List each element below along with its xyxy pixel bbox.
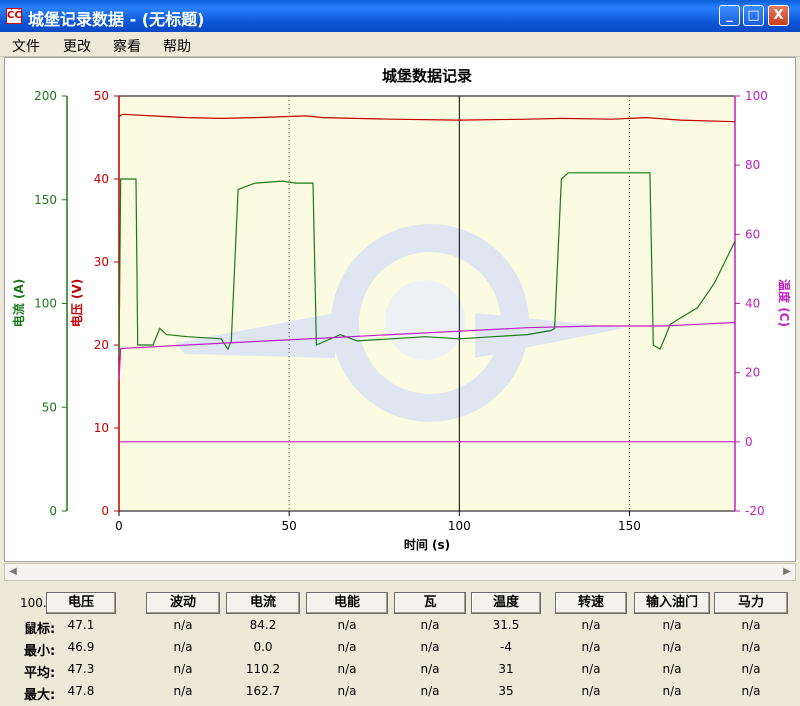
- column-header[interactable]: 转速: [555, 592, 627, 614]
- temperature-axis-label: 温度 (C): [777, 279, 792, 327]
- table-cell: n/a: [337, 618, 357, 632]
- temperature-tick-label: 60: [745, 227, 760, 241]
- x-tick-label: 100: [448, 519, 471, 533]
- column-header[interactable]: 电压: [46, 592, 116, 614]
- menu-bar: 文件 更改 察看 帮助: [0, 32, 800, 57]
- table-cell: 31: [498, 662, 514, 676]
- column-header[interactable]: 马力: [714, 592, 788, 614]
- table-cell: 47.3: [67, 662, 95, 676]
- table-cell: n/a: [662, 640, 682, 654]
- watermark-castle-icon: [385, 280, 465, 360]
- x-axis-label: 时间 (s): [404, 537, 450, 552]
- data-panel: 100.7s 电压 波动 电流 电能瓦温度 转速 输入油门 马力 鼠标: 47.1 n/a 84.2…: [4, 584, 796, 704]
- column-header[interactable]: 瓦: [394, 592, 466, 614]
- temperature-tick-label: 20: [745, 366, 760, 380]
- current-tick-label: 100: [34, 297, 57, 311]
- column-header[interactable]: 电流: [226, 592, 300, 614]
- data-chart[interactable]: 0 50 100 150时间 (s)城堡数据记录0501001502000102030…: [5, 58, 795, 561]
- title-bar[interactable]: ĆĆ 城堡记录数据 - (无标题) _ □ X: [0, 0, 800, 32]
- table-cell: n/a: [662, 618, 682, 632]
- table-cell: n/a: [420, 640, 440, 654]
- table-cell: 84.2: [249, 618, 277, 632]
- table-cell: n/a: [173, 640, 193, 654]
- voltage-tick-label: 0: [101, 504, 109, 518]
- current-tick-label: 50: [42, 400, 57, 414]
- table-cell: n/a: [581, 684, 601, 698]
- menu-edit[interactable]: 更改: [63, 36, 91, 56]
- chart-area[interactable]: 0 50 100 150 时间 (s) 城堡数据记录 0 50 100 150 200 0 10 20 30…: [4, 57, 796, 562]
- table-cell: n/a: [173, 618, 193, 632]
- table-cell: n/a: [741, 640, 761, 654]
- close-button[interactable]: X: [768, 5, 789, 26]
- menu-file[interactable]: 文件: [12, 36, 40, 56]
- table-cell: 31.5: [492, 618, 520, 632]
- table-cell: n/a: [420, 684, 440, 698]
- table-cell: n/a: [741, 662, 761, 676]
- table-cell: n/a: [420, 618, 440, 632]
- maximize-button[interactable]: □: [743, 5, 764, 26]
- table-cell: n/a: [741, 684, 761, 698]
- table-cell: 0.0: [253, 640, 273, 654]
- table-cell: -4: [500, 640, 512, 654]
- voltage-tick-label: 20: [94, 338, 109, 352]
- table-cell: n/a: [173, 662, 193, 676]
- table-cell: 35: [498, 684, 514, 698]
- voltage-axis-label: 电压 (V): [69, 279, 84, 327]
- table-cell: n/a: [420, 662, 440, 676]
- table-cell: 47.1: [67, 618, 95, 632]
- table-cell: n/a: [741, 618, 761, 632]
- current-tick-label: 150: [34, 193, 57, 207]
- voltage-tick-label: 30: [94, 255, 109, 269]
- x-tick-label: 50: [282, 519, 297, 533]
- table-cell: 162.7: [245, 684, 281, 698]
- table-cell: 47.8: [67, 684, 95, 698]
- table-cell: n/a: [662, 684, 682, 698]
- app-window: ĆĆ 城堡记录数据 - (无标题) _ □ X 文件 更改 察看 帮助 0 50 1…: [0, 0, 800, 706]
- chart-title: 城堡数据记录: [382, 67, 472, 85]
- minimize-button[interactable]: _: [719, 5, 740, 26]
- temperature-tick-label: 80: [745, 158, 760, 172]
- voltage-tick-label: 10: [94, 421, 109, 435]
- temperature-tick-label: 0: [745, 435, 753, 449]
- x-tick-label: 0: [115, 519, 123, 533]
- table-cell: n/a: [337, 684, 357, 698]
- column-header[interactable]: 波动: [146, 592, 220, 614]
- current-tick-label: 0: [49, 504, 57, 518]
- window-title: 城堡记录数据 - (无标题): [28, 10, 205, 29]
- scroll-right-icon[interactable]: ▶: [779, 564, 795, 580]
- scroll-left-icon[interactable]: ◀: [5, 564, 21, 580]
- table-cell: n/a: [581, 640, 601, 654]
- temperature-tick-label: -20: [745, 504, 765, 518]
- table-cell: n/a: [337, 662, 357, 676]
- menu-help[interactable]: 帮助: [163, 36, 191, 56]
- app-icon[interactable]: ĆĆ: [6, 8, 22, 24]
- table-cell: n/a: [337, 640, 357, 654]
- table-cell: 110.2: [245, 662, 281, 676]
- table-cell: 46.9: [67, 640, 95, 654]
- table-cell: n/a: [581, 662, 601, 676]
- table-cell: n/a: [662, 662, 682, 676]
- table-cell: n/a: [173, 684, 193, 698]
- temperature-tick-label: 40: [745, 297, 760, 311]
- x-tick-label: 150: [618, 519, 641, 533]
- temperature-tick-label: 100: [745, 89, 768, 103]
- voltage-tick-label: 40: [94, 172, 109, 186]
- column-header[interactable]: 温度: [471, 592, 541, 614]
- horizontal-scrollbar[interactable]: ◀ ▶: [4, 563, 796, 581]
- current-axis-label: 电流 (A): [11, 279, 26, 327]
- current-tick-label: 200: [34, 89, 57, 103]
- voltage-tick-label: 50: [94, 89, 109, 103]
- column-header[interactable]: 输入油门: [634, 592, 710, 614]
- column-header[interactable]: 电能: [306, 592, 388, 614]
- menu-view[interactable]: 察看: [113, 36, 141, 56]
- table-cell: n/a: [581, 618, 601, 632]
